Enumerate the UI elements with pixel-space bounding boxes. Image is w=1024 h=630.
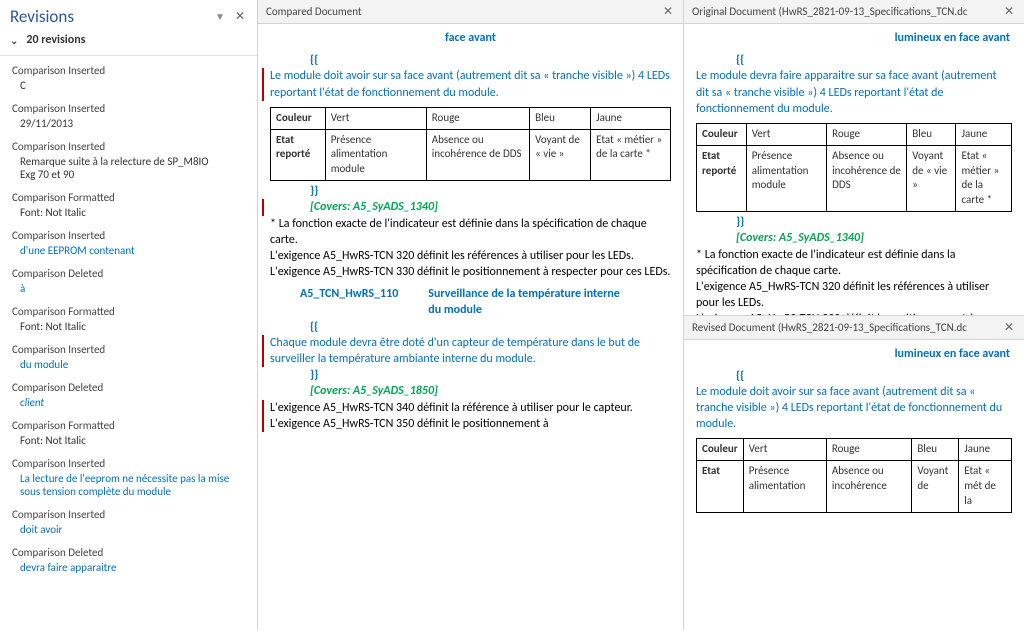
open-braces: {{ (270, 319, 671, 335)
leds-table: CouleurVertRougeBleuJaune Etat reportéPr… (696, 123, 1012, 212)
revision-item[interactable]: Comparison InsertedRemarque suite à la r… (0, 136, 257, 187)
revision-value: devra faire apparaitre (12, 559, 247, 574)
revision-value: Font: Not Italic (12, 432, 247, 447)
revision-item[interactable]: Comparison Insertedd'une EEPROM contenan… (0, 225, 257, 263)
requirement-body: Le module doit avoir sur sa face avant (… (270, 68, 671, 100)
revision-item[interactable]: Comparison FormattedFont: Not Italic (0, 187, 257, 225)
revision-value: Font: Not Italic (12, 204, 247, 219)
original-document-panel: Original Document (HwRS_2821-09-13_Speci… (684, 0, 1024, 315)
right-stack: Original Document (HwRS_2821-09-13_Speci… (684, 0, 1024, 630)
revision-value: C (12, 77, 247, 92)
original-body[interactable]: lumineux en face avant {{ Le module devr… (684, 24, 1024, 315)
section-heading: lumineux en face avant (696, 30, 1012, 46)
revision-value: La lecture de l'eeprom ne nécessite pas … (12, 470, 247, 498)
covers-tag: [Covers: A5_SyADS_1850] (270, 383, 671, 399)
revision-type: Comparison Inserted (12, 229, 247, 242)
revision-value: client (12, 394, 247, 409)
leds-table: CouleurVertRougeBleuJaune Etat reportéPr… (270, 107, 671, 181)
requirement-id: A5_TCN_HwRS_110 (300, 286, 398, 318)
revision-type: Comparison Deleted (12, 546, 247, 559)
note-text: * La fonction exacte de l'indicateur est… (270, 216, 671, 281)
revision-value: d'une EEPROM contenant (12, 242, 247, 257)
revision-type: Comparison Formatted (12, 191, 247, 204)
revision-value: Remarque suite à la relecture de SP_M8IO… (12, 153, 247, 181)
requirement-body: Le module doit avoir sur sa face avant (… (696, 384, 1012, 433)
dropdown-icon[interactable]: ▼ (215, 10, 225, 23)
revision-item[interactable]: Comparison Deletedà (0, 263, 257, 301)
revision-type: Comparison Inserted (12, 457, 247, 470)
note-text: L'exigence A5_HwRS-TCN 340 définit la ré… (270, 400, 671, 432)
revisions-count: 20 revisions (26, 33, 85, 47)
chevron-down-icon[interactable]: ⌄ (10, 34, 18, 47)
close-braces: }} (270, 183, 671, 199)
requirement-title: Surveillance de la température interne d… (428, 286, 628, 318)
revision-item[interactable]: Comparison InsertedLa lecture de l'eepro… (0, 453, 257, 504)
revision-item[interactable]: Comparison Deletedclient (0, 377, 257, 415)
revision-type: Comparison Formatted (12, 305, 247, 318)
compared-document-panel: Compared Document ✕ face avant {{ Le mod… (258, 0, 684, 630)
revision-item[interactable]: Comparison Inserteddu module (0, 339, 257, 377)
revision-item[interactable]: Comparison Inserteddoit avoir (0, 504, 257, 542)
revision-type: Comparison Inserted (12, 343, 247, 356)
section-heading: face avant (270, 30, 671, 46)
open-braces: {{ (696, 52, 1012, 68)
revision-type: Comparison Inserted (12, 140, 247, 153)
section-heading: lumineux en face avant (696, 346, 1012, 362)
revision-value: 29/11/2013 (12, 115, 247, 130)
note-text: * La fonction exacte de l'indicateur est… (696, 247, 1012, 315)
revision-item[interactable]: Comparison Deleteddevra faire apparaitre (0, 542, 257, 580)
revision-value: du module (12, 356, 247, 371)
revision-item[interactable]: Comparison Inserted29/11/2013 (0, 98, 257, 136)
revision-item[interactable]: Comparison InsertedC (0, 60, 257, 98)
revised-body[interactable]: lumineux en face avant {{ Le module doit… (684, 340, 1024, 630)
revision-type: Comparison Formatted (12, 419, 247, 432)
close-braces: }} (270, 367, 671, 383)
revision-value: Font: Not Italic (12, 318, 247, 333)
covers-tag: [Covers: A5_SyADS_1340] (696, 230, 1012, 246)
revisions-title: Revisions (10, 6, 207, 27)
revisions-list[interactable]: Comparison InsertedCComparison Inserted2… (0, 56, 257, 630)
close-icon[interactable]: ✕ (233, 9, 247, 24)
revisions-panel: Revisions ▼ ✕ ⌄ 20 revisions Comparison … (0, 0, 258, 630)
close-icon[interactable]: ✕ (661, 4, 675, 19)
revision-item[interactable]: Comparison FormattedFont: Not Italic (0, 415, 257, 453)
requirement-body: Chaque module devra être doté d'un capte… (270, 335, 671, 367)
compared-header: Compared Document (266, 5, 362, 18)
compared-body[interactable]: face avant {{ Le module doit avoir sur s… (258, 24, 683, 630)
leds-table: CouleurVertRougeBleuJaune EtatPrésence a… (696, 438, 1012, 512)
revision-type: Comparison Inserted (12, 102, 247, 115)
close-icon[interactable]: ✕ (1002, 320, 1016, 335)
original-header: Original Document (HwRS_2821-09-13_Speci… (692, 5, 968, 18)
revised-document-panel: Revised Document (HwRS_2821-09-13_Specif… (684, 315, 1024, 630)
revision-value: à (12, 280, 247, 295)
revision-type: Comparison Inserted (12, 508, 247, 521)
open-braces: {{ (696, 368, 1012, 384)
close-icon[interactable]: ✕ (1002, 4, 1016, 19)
revision-value: doit avoir (12, 521, 247, 536)
revised-header: Revised Document (HwRS_2821-09-13_Specif… (692, 321, 967, 334)
covers-tag: [Covers: A5_SyADS_1340] (270, 199, 671, 215)
revision-item[interactable]: Comparison FormattedFont: Not Italic (0, 301, 257, 339)
revision-type: Comparison Deleted (12, 381, 247, 394)
open-braces: {{ (270, 52, 671, 68)
revision-type: Comparison Deleted (12, 267, 247, 280)
revision-type: Comparison Inserted (12, 64, 247, 77)
close-braces: }} (696, 214, 1012, 230)
requirement-body: Le module devra faire apparaitre sur sa … (696, 68, 1012, 117)
